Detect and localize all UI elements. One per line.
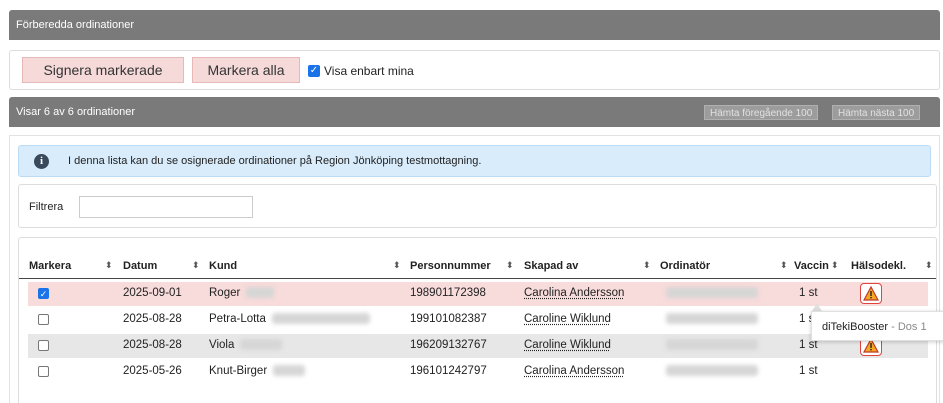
filter-section: Filtrera [18,184,937,228]
sort-icon[interactable]: ⬍ [831,260,839,271]
sort-icon[interactable]: ⬍ [925,260,933,271]
info-alert: i I denna lista kan du se osignerade ord… [18,145,931,177]
table-row[interactable]: 2025-08-28 Petra-Lotta 199101082387 Caro… [28,308,928,332]
column-header-select[interactable]: Markera [29,260,71,272]
table-row[interactable]: 2025-08-28 Viola 196209132767 Caroline W… [28,334,928,358]
sort-icon[interactable]: ⬍ [780,260,788,271]
tooltip-arrow [812,303,822,311]
row-created-by[interactable]: Carolina Andersson [524,365,624,377]
sign-selected-button[interactable]: Signera markerade [22,57,184,83]
row-vaccine[interactable]: 1 st [799,365,818,377]
row-customer: Petra-Lotta [209,313,370,325]
row-prescriber [660,313,758,325]
toolbar: Signera markerade Markera alla ✓ Visa en… [9,50,940,90]
row-date: 2025-08-28 [123,313,182,325]
row-checkbox[interactable] [38,340,49,351]
check-icon[interactable]: ✓ [308,65,320,77]
row-customer: Roger [209,287,275,299]
table-row[interactable]: ✓ 2025-09-01 Roger 198901172398 Carolina… [28,282,928,306]
row-customer: Knut-Birger [209,365,306,377]
header-divider [19,278,936,279]
row-prescriber [660,365,758,377]
tooltip-dose: - Dos 1 [891,321,927,333]
row-pnr: 196209132767 [410,339,487,351]
filter-label: Filtrera [29,201,64,213]
row-checkbox[interactable]: ✓ [38,288,49,299]
sort-icon[interactable]: ⬍ [393,260,401,271]
column-header-prescriber[interactable]: Ordinatör [660,260,710,272]
row-created-by[interactable]: Caroline Wiklund [524,313,611,325]
info-icon: i [34,153,49,169]
sort-icon[interactable]: ⬍ [643,260,651,271]
column-header-customer[interactable]: Kund [209,260,237,272]
row-vaccine[interactable]: 1 st [799,287,818,299]
only-mine-toggle[interactable]: ✓ Visa enbart mina [308,64,414,78]
row-prescriber [660,287,758,299]
row-pnr: 199101082387 [410,313,487,325]
warning-triangle-icon[interactable] [860,283,882,304]
table-row[interactable]: 2025-05-26 Knut-Birger 196101242797 Caro… [28,360,928,384]
sort-icon[interactable]: ⬍ [506,260,514,271]
column-header-health[interactable]: Hälsodekl. [851,260,906,272]
panel-title: Förberedda ordinationer [9,10,940,40]
row-checkbox[interactable] [38,314,49,325]
row-customer: Viola [209,339,283,351]
info-message: I denna lista kan du se osignerade ordin… [68,155,482,167]
row-checkbox[interactable] [38,366,49,377]
row-pnr: 198901172398 [410,287,486,299]
showing-count: Visar 6 av 6 ordinationer [16,106,136,118]
orders-table: Markera ⬍ Datum ⬍ Kund ⬍ Personnummer ⬍ … [18,237,937,403]
row-date: 2025-08-28 [123,339,182,351]
status-bar: Visar 6 av 6 ordinationer Hämta föregåen… [9,97,940,127]
sort-icon[interactable]: ⬍ [192,260,200,271]
only-mine-label: Visa enbart mina [324,64,414,78]
column-header-created-by[interactable]: Skapad av [524,260,578,272]
next-page-button[interactable]: Hämta nästa 100 [832,105,921,120]
select-all-button[interactable]: Markera alla [192,57,300,83]
row-created-by[interactable]: Caroline Wiklund [524,339,611,351]
column-header-vaccine[interactable]: Vaccin [794,260,829,272]
vaccine-tooltip: diTekiBooster - Dos 1 [811,311,943,341]
filter-input[interactable] [79,196,253,218]
prev-page-button[interactable]: Hämta föregående 100 [704,105,819,120]
sort-icon[interactable]: ⬍ [105,260,113,271]
tooltip-vaccine-name: diTekiBooster [822,321,889,333]
row-date: 2025-05-26 [123,365,182,377]
column-header-date[interactable]: Datum [123,260,157,272]
row-prescriber [660,339,758,351]
column-header-pnr[interactable]: Personnummer [410,260,491,272]
row-pnr: 196101242797 [410,365,487,377]
row-created-by[interactable]: Carolina Andersson [524,287,624,299]
row-date: 2025-09-01 [123,287,182,299]
